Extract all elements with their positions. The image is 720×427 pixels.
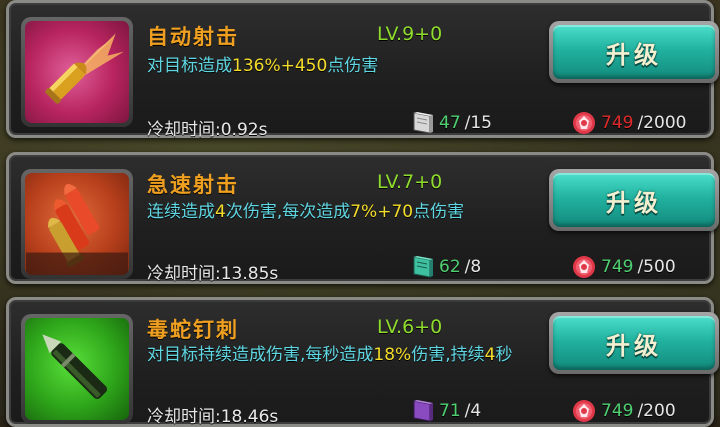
gem-required: /200	[637, 401, 676, 421]
skill-level: LV.7+0	[377, 171, 443, 193]
book-icon	[413, 400, 433, 422]
poison-dart-icon	[42, 334, 108, 400]
upgrade-button[interactable]: 升级	[549, 169, 719, 231]
book-requirement: 47/15	[409, 110, 492, 136]
skill-level: LV.6+0	[377, 316, 443, 338]
book-icon	[413, 256, 433, 278]
skill-description: 连续造成4次伤害,每次造成7%+70点伤害	[147, 202, 465, 222]
gem-current: 749	[601, 113, 634, 133]
gem-required: /500	[637, 257, 676, 277]
bullet-icon	[45, 33, 124, 104]
skill-name: 急速射击	[147, 173, 239, 197]
skill-name: 毒蛇钉刺	[147, 318, 239, 342]
upgrade-button-label[interactable]: 升级	[553, 25, 715, 79]
skill-description: 对目标造成136%+450点伤害	[147, 56, 379, 76]
upgrade-button-label[interactable]: 升级	[553, 173, 715, 227]
gem-requirement: 749/500	[571, 254, 676, 280]
book-required: /15	[464, 113, 492, 133]
skill-icon-frame[interactable]	[21, 314, 133, 424]
book-current: 47	[439, 113, 461, 133]
book-current: 71	[439, 401, 461, 421]
upgrade-button[interactable]: 升级	[549, 21, 719, 83]
gem-current: 749	[601, 257, 634, 277]
book-current: 62	[439, 257, 461, 277]
book-required: /4	[464, 401, 482, 421]
skill-level: LV.9+0	[377, 23, 443, 45]
book-requirement: 71/4	[409, 398, 481, 424]
upgrade-button-label[interactable]: 升级	[553, 316, 715, 370]
book-required: /8	[464, 257, 482, 277]
book-icon	[413, 112, 433, 134]
cooldown-text: 冷却时间:18.46s	[147, 407, 279, 427]
skill-description: 对目标持续造成伤害,每秒造成18%伤害,持续4秒	[147, 345, 513, 365]
skill-name: 自动射击	[147, 25, 239, 49]
gem-requirement: 749/2000	[571, 110, 686, 136]
gem-current: 749	[601, 401, 634, 421]
gem-required: /2000	[637, 113, 687, 133]
cooldown-text: 冷却时间:0.92s	[147, 120, 268, 140]
gem-icon	[573, 256, 595, 278]
book-requirement: 62/8	[409, 254, 481, 280]
gem-icon	[573, 112, 595, 134]
skill-icon-frame[interactable]	[21, 17, 133, 127]
gem-requirement: 749/200	[571, 398, 676, 424]
skill-row-rapid-shot: 急速射击 LV.7+0 连续造成4次伤害,每次造成7%+70点伤害 冷却时间:1…	[6, 152, 719, 284]
skill-row-auto-shot: 自动射击 LV.9+0 对目标造成136%+450点伤害 冷却时间:0.92s …	[6, 0, 719, 140]
skill-row-viper-sting: 毒蛇钉刺 LV.6+0 对目标持续造成伤害,每秒造成18%伤害,持续4秒 冷却时…	[6, 297, 719, 427]
skill-icon-frame[interactable]	[21, 169, 133, 279]
gem-icon	[573, 400, 595, 422]
upgrade-button[interactable]: 升级	[549, 312, 719, 374]
cooldown-text: 冷却时间:13.85s	[147, 264, 279, 284]
bullets-icon	[26, 184, 128, 275]
